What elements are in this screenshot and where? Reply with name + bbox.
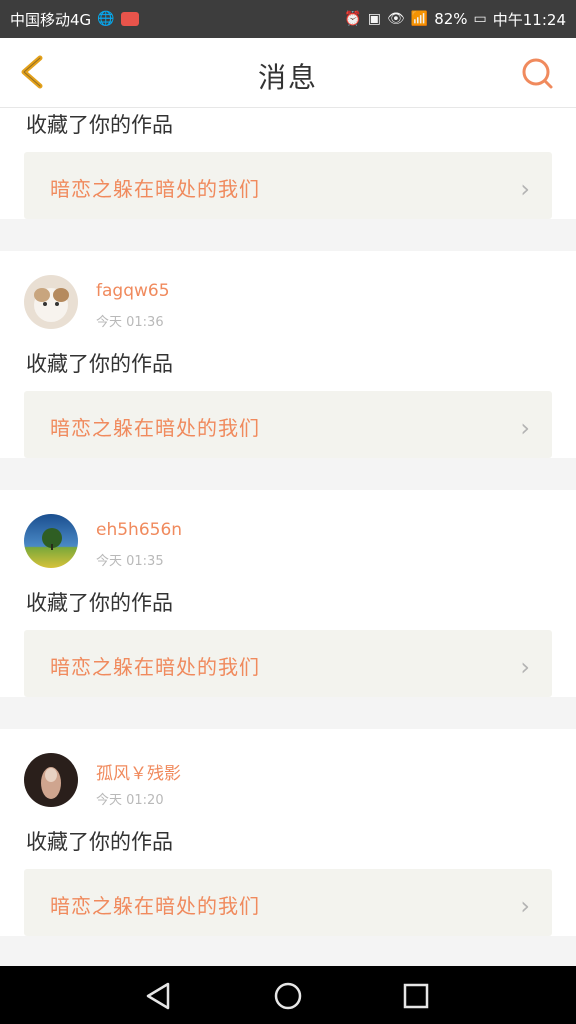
timestamp: 今天 01:35 (96, 554, 164, 569)
timestamp: 今天 01:20 (96, 793, 164, 808)
work-title: 暗恋之躲在暗处的我们 (50, 655, 260, 679)
work-link[interactable]: 暗恋之躲在暗处的我们 › (24, 391, 552, 458)
chevron-right-icon: › (520, 175, 530, 203)
avatar[interactable] (24, 753, 78, 807)
wifi-icon: 📶 (410, 11, 429, 27)
message-action-text: 收藏了你的作品 (26, 830, 173, 854)
circle-home-icon (274, 982, 302, 1010)
nav-home-button[interactable] (270, 978, 306, 1014)
battery-icon: ▭ (473, 11, 487, 27)
work-title: 暗恋之躲在暗处的我们 (50, 177, 260, 201)
timestamp: 今天 01:36 (96, 315, 164, 330)
system-navigation-bar (0, 966, 576, 1024)
message-action-text: 收藏了你的作品 (26, 591, 173, 615)
chevron-right-icon: › (520, 653, 530, 681)
notification-badge-icon (120, 12, 139, 26)
message-item: 孤风￥残影 今天 01:20 收藏了你的作品 暗恋之躲在暗处的我们 › (0, 729, 576, 936)
avatar[interactable] (24, 514, 78, 568)
search-button[interactable] (518, 54, 558, 94)
clock: 中午11:24 (492, 10, 566, 29)
triangle-back-icon (146, 982, 170, 1010)
divider (0, 713, 576, 729)
avatar[interactable] (24, 275, 78, 329)
message-action-text: 收藏了你的作品 (26, 352, 173, 376)
user-row[interactable]: eh5h656n 今天 01:35 (0, 490, 576, 582)
username[interactable]: 孤风￥残影 (96, 759, 181, 784)
search-icon (522, 58, 553, 89)
battery-percent: 82% (434, 10, 468, 28)
carrier-label: 中国移动4G (10, 10, 92, 29)
alarm-icon: ⏰ (344, 11, 362, 27)
page-title: 消息 (257, 61, 318, 94)
work-title: 暗恋之躲在暗处的我们 (50, 894, 260, 918)
user-row[interactable]: fagqw65 今天 01:36 (0, 251, 576, 343)
message-item: eh5h656n 今天 01:35 收藏了你的作品 暗恋之躲在暗处的我们 › (0, 490, 576, 697)
eye-icon: 👁 (386, 11, 405, 27)
message-item: fagqw65 今天 01:36 收藏了你的作品 暗恋之躲在暗处的我们 › (0, 251, 576, 458)
chevron-right-icon: › (520, 414, 530, 442)
work-link[interactable]: 暗恋之躲在暗处的我们 › (24, 630, 552, 697)
nav-recent-button[interactable] (398, 978, 434, 1014)
top-app-bar: 消息 (0, 38, 576, 108)
user-row[interactable]: 孤风￥残影 今天 01:20 (0, 729, 576, 821)
work-link[interactable]: 暗恋之躲在暗处的我们 › (24, 152, 552, 219)
message-item: 收藏了你的作品 暗恋之躲在暗处的我们 › (0, 108, 576, 219)
divider (0, 235, 576, 251)
square-recent-icon (403, 983, 429, 1009)
username[interactable]: fagqw65 (96, 281, 170, 301)
globe-icon: 🌐 (97, 11, 115, 27)
hd-icon: ▣ (367, 11, 381, 27)
work-title: 暗恋之躲在暗处的我们 (50, 416, 260, 440)
nav-back-button[interactable] (140, 978, 176, 1014)
message-action-text: 收藏了你的作品 (26, 113, 173, 137)
divider (0, 474, 576, 490)
work-link[interactable]: 暗恋之躲在暗处的我们 › (24, 869, 552, 936)
username[interactable]: eh5h656n (96, 520, 182, 540)
message-list[interactable]: 收藏了你的作品 暗恋之躲在暗处的我们 › fagqw65 今天 01:36 收藏… (0, 108, 576, 966)
chevron-right-icon: › (520, 892, 530, 920)
status-bar: 中国移动4G 🌐 ⏰ ▣ 👁 📶 82% ▭ 中午11:24 (0, 0, 576, 38)
